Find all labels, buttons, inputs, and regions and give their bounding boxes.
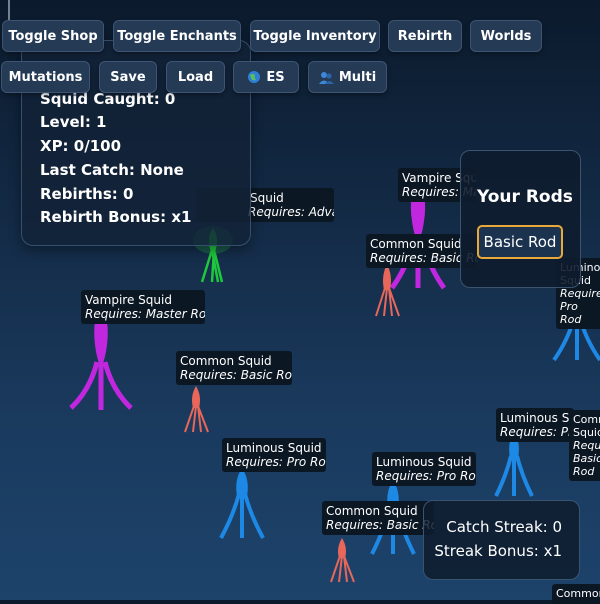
squid-common[interactable] (372, 262, 402, 322)
streak-bonus: Streak Bonus: x1 (434, 542, 562, 560)
players-icon (318, 71, 334, 84)
save-button[interactable]: Save (99, 61, 157, 93)
squid-tooltip: Luminous Squid Requires: Pro Rod (222, 438, 326, 472)
rebirth-button[interactable]: Rebirth (388, 20, 462, 52)
squid-tooltip: Luminous Squid Requires: Pro Rod (496, 408, 574, 442)
squid-tooltip: Common Squid Requires: Basic Rod (176, 351, 292, 385)
mutations-button[interactable]: Mutations (1, 61, 90, 93)
rod-item-basic[interactable]: Basic Rod (477, 225, 563, 259)
squid-luminous[interactable] (217, 466, 267, 542)
language-button[interactable]: ES (233, 61, 299, 93)
last-catch-stat: Last Catch: None (40, 161, 184, 179)
toggle-inventory-button[interactable]: Toggle Inventory (250, 20, 380, 52)
multi-button[interactable]: Multi (308, 61, 387, 93)
xp-stat: XP: 0/100 (40, 137, 122, 155)
globe-icon (248, 71, 261, 83)
load-button[interactable]: Load (166, 61, 225, 93)
squid-common[interactable] (181, 384, 211, 436)
squid-tooltip: Common Squid Requires: Basic Rod (569, 410, 600, 481)
toggle-enchants-button[interactable]: Toggle Enchants (113, 20, 241, 52)
rebirth-bonus-stat: Rebirth Bonus: x1 (40, 208, 192, 226)
catch-streak: Catch Streak: 0 (446, 518, 562, 536)
streak-panel: Catch Streak: 0 Streak Bonus: x1 (423, 500, 580, 580)
squid-tooltip: Vampire Squid Requires: Master Rod (81, 290, 205, 324)
squid-common[interactable] (327, 536, 357, 586)
level-stat: Level: 1 (40, 113, 107, 131)
worlds-button[interactable]: Worlds (470, 20, 542, 52)
rods-panel: Your Rods Basic Rod (460, 150, 581, 288)
rebirths-stat: Rebirths: 0 (40, 185, 134, 203)
rods-title: Your Rods (477, 187, 573, 207)
toggle-shop-button[interactable]: Toggle Shop (2, 20, 104, 52)
squid-tooltip: Common Squid (552, 584, 600, 604)
squid-tooltip: Common Squid Requires: Basic Rod (322, 501, 434, 535)
squid-tooltip: Luminous Squid Requires: Pro Rod (372, 452, 476, 486)
